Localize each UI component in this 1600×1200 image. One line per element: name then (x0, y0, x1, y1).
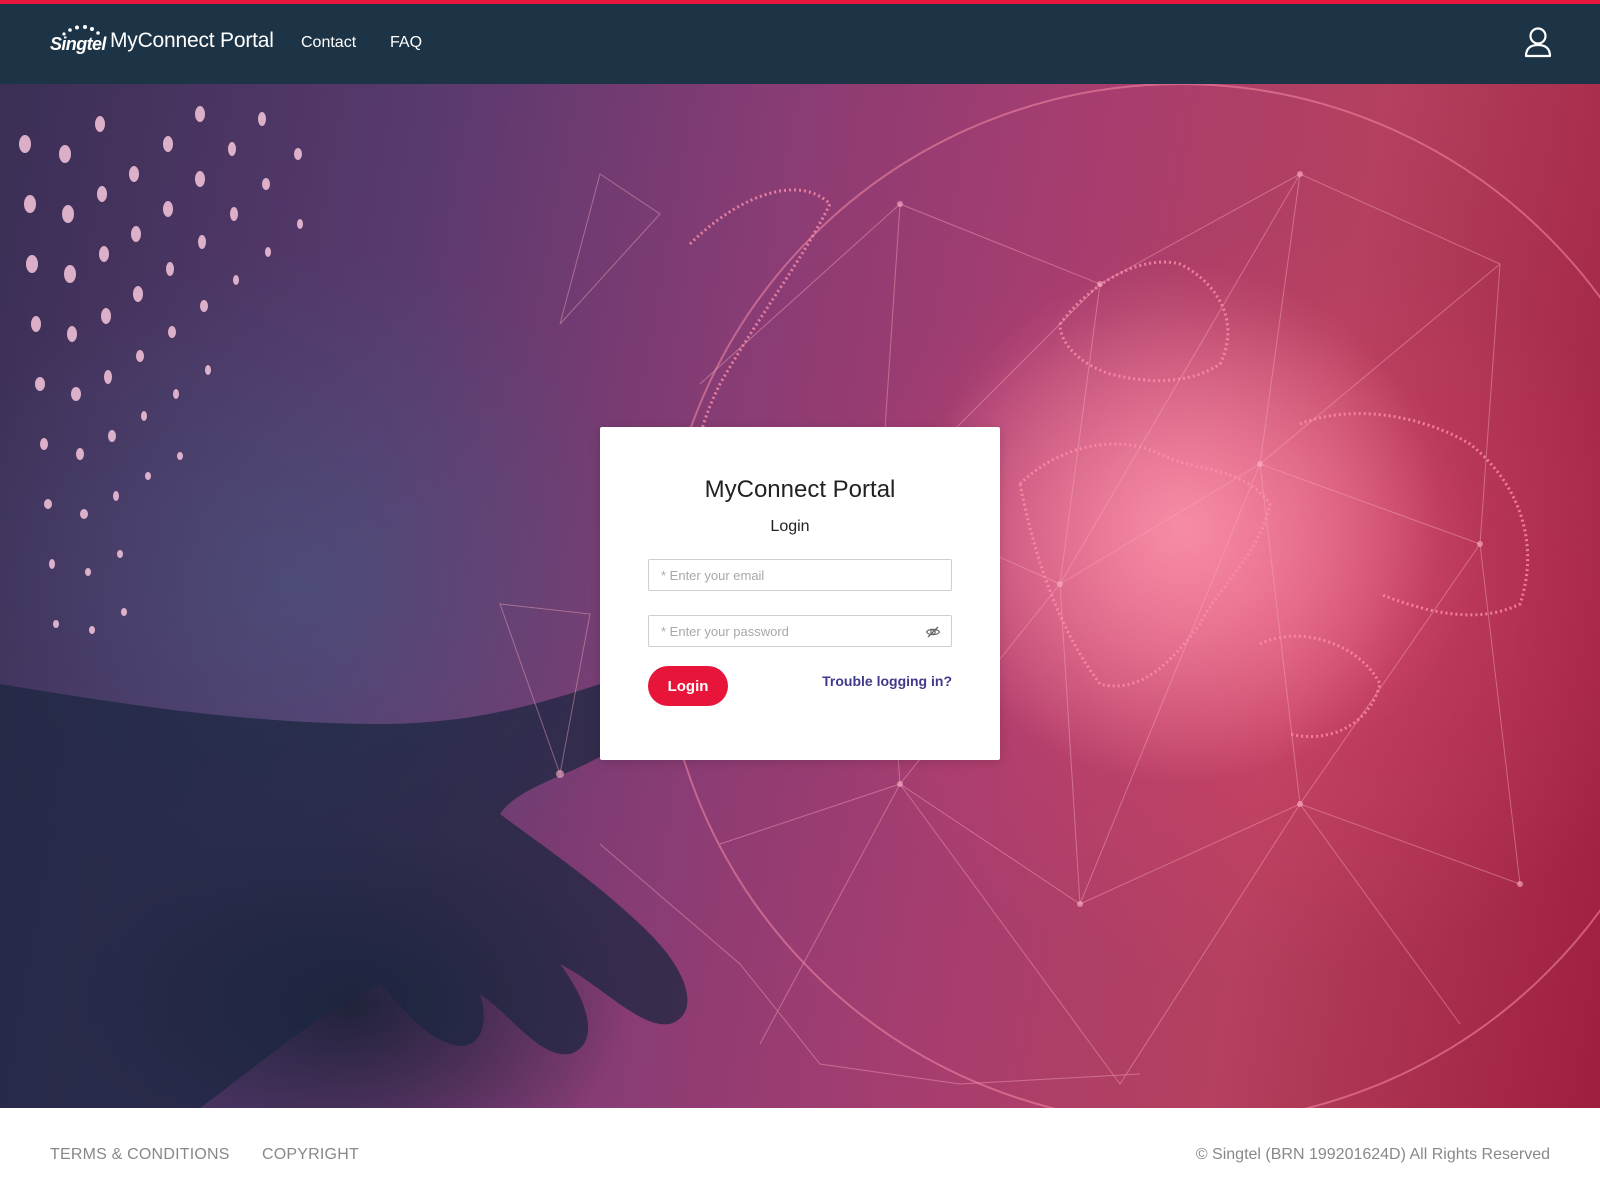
rights-reserved-text: © Singtel (BRN 199201624D) All Rights Re… (1195, 1146, 1550, 1163)
login-card: MyConnect Portal Login Login Trouble log… (600, 427, 1000, 760)
user-icon (1524, 27, 1552, 58)
login-card-subtitle: Login (770, 518, 810, 535)
password-input[interactable] (649, 616, 951, 646)
brand-title: MyConnect Portal (110, 29, 274, 52)
password-visibility-toggle[interactable] (925, 624, 941, 640)
user-account-button[interactable] (1522, 26, 1554, 60)
login-card-title: MyConnect Portal (704, 476, 896, 503)
trouble-logging-in-link[interactable]: Trouble logging in? (822, 673, 952, 689)
email-input[interactable] (649, 560, 951, 590)
password-field (648, 615, 952, 647)
logo-wordmark: Singtel (50, 34, 106, 54)
brand[interactable]: Singtel MyConnect Portal (50, 24, 274, 58)
nav-contact-link[interactable]: Contact (301, 34, 356, 52)
hero-background: MyConnect Portal Login Login Trouble log… (0, 84, 1600, 1108)
top-navigation-bar: Singtel MyConnect Portal Contact FAQ (0, 4, 1600, 84)
footer: TERMS & CONDITIONS COPYRIGHT © Singtel (… (0, 1108, 1600, 1200)
terms-and-conditions-link[interactable]: TERMS & CONDITIONS (50, 1146, 230, 1164)
eye-slash-icon (925, 626, 941, 638)
copyright-link[interactable]: COPYRIGHT (262, 1146, 359, 1164)
singtel-logo: Singtel (50, 24, 106, 58)
nav-faq-link[interactable]: FAQ (390, 34, 422, 52)
email-field (648, 559, 952, 591)
login-button[interactable]: Login (648, 666, 728, 706)
